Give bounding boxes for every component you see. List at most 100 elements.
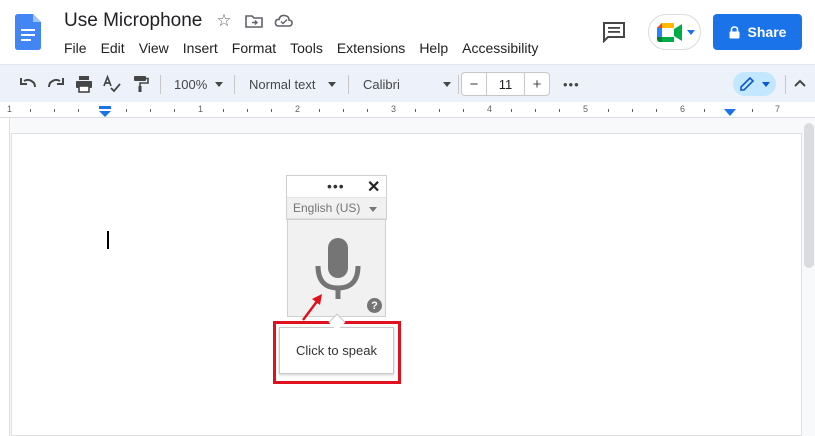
font-size-control: − 11 + (461, 72, 550, 96)
menu-file[interactable]: File (57, 38, 94, 58)
zoom-select[interactable]: 100% (174, 74, 207, 94)
ruler-tick (511, 109, 512, 112)
voice-menu-button[interactable]: ••• (327, 178, 345, 194)
vertical-ruler[interactable] (0, 118, 10, 436)
left-indent-marker-icon[interactable] (99, 106, 111, 118)
ruler-number: 1 (198, 104, 204, 114)
meet-button[interactable] (648, 14, 701, 50)
move-to-folder-icon[interactable] (244, 11, 264, 31)
ruler-tick (535, 109, 536, 112)
language-label: English (US) (293, 201, 361, 215)
ruler-tick (439, 109, 440, 112)
collapse-menus-icon[interactable] (790, 74, 810, 94)
decrease-font-size-button[interactable]: − (462, 73, 486, 95)
style-caret-icon (328, 82, 336, 87)
ruler-tick (752, 109, 753, 112)
vertical-scrollbar[interactable] (804, 123, 814, 268)
meet-dropdown-caret (687, 30, 695, 35)
ruler-tick (54, 109, 55, 112)
ruler-number: 1 (7, 104, 13, 114)
formatting-toolbar: 100% Normal text Calibri ••• (0, 64, 815, 102)
document-workspace (0, 118, 815, 436)
mode-caret-icon (762, 82, 770, 87)
toolbar-divider (160, 75, 161, 94)
language-select[interactable]: English (US) (287, 198, 386, 219)
voice-typing-header: ••• ✕ (287, 176, 386, 198)
redo-icon[interactable] (46, 74, 66, 94)
ruler-tick (367, 109, 368, 112)
toolbar-divider (458, 75, 459, 94)
ruler-number: 3 (391, 104, 397, 114)
print-icon[interactable] (74, 74, 94, 94)
star-icon[interactable]: ☆ (214, 11, 234, 31)
click-to-speak-tooltip: Click to speak (279, 327, 394, 374)
ruler-tick (704, 109, 705, 112)
ruler-tick (174, 109, 175, 112)
paragraph-style-select[interactable]: Normal text (249, 74, 315, 94)
cloud-status-icon[interactable] (274, 11, 294, 31)
ruler-tick (608, 109, 609, 112)
document-title[interactable]: Use Microphone (64, 10, 202, 32)
ruler-number: 4 (487, 104, 493, 114)
title-bar: Use Microphone ☆ File Edit View Insert F… (0, 0, 815, 64)
tooltip-text: Click to speak (296, 343, 377, 358)
menu-view[interactable]: View (132, 38, 176, 58)
ruler-tick (126, 109, 127, 112)
spellcheck-icon[interactable] (102, 74, 122, 94)
ruler-number: 7 (775, 104, 781, 114)
toolbar-divider (348, 75, 349, 94)
more-options-button[interactable]: ••• (563, 74, 580, 94)
font-family-select[interactable]: Calibri (363, 74, 400, 94)
menu-tools[interactable]: Tools (283, 38, 330, 58)
font-caret-icon (443, 82, 451, 87)
editing-mode-button[interactable] (733, 72, 776, 96)
text-cursor (107, 231, 109, 249)
google-meet-icon (657, 23, 682, 42)
menu-format[interactable]: Format (225, 38, 283, 58)
ruler-tick (463, 109, 464, 112)
right-indent-marker-icon[interactable] (724, 107, 736, 117)
ruler-tick (30, 109, 31, 112)
menu-extensions[interactable]: Extensions (330, 38, 412, 58)
share-label: Share (747, 24, 787, 40)
voice-typing-panel: ••• ✕ English (US) (286, 175, 387, 220)
toolbar-divider (234, 75, 235, 94)
ruler-tick (632, 109, 633, 112)
zoom-caret-icon (215, 82, 223, 87)
font-size-input[interactable]: 11 (486, 73, 525, 95)
language-caret-icon (369, 207, 377, 212)
menu-insert[interactable]: Insert (176, 38, 225, 58)
menu-help[interactable]: Help (412, 38, 455, 58)
menu-bar: File Edit View Insert Format Tools Exten… (57, 38, 545, 58)
lock-icon (729, 25, 740, 38)
close-icon[interactable]: ✕ (367, 177, 380, 197)
google-docs-window: Use Microphone ☆ File Edit View Insert F… (0, 0, 815, 436)
ruler-tick (343, 109, 344, 112)
ruler-tick (559, 109, 560, 112)
menu-edit[interactable]: Edit (94, 38, 132, 58)
annotation-arrow-icon (302, 294, 322, 321)
ruler-number: 6 (680, 104, 686, 114)
ruler-tick (271, 109, 272, 112)
increase-font-size-button[interactable]: + (525, 73, 549, 95)
horizontal-ruler[interactable]: 1 1 2 3 4 5 6 7 (0, 102, 815, 118)
ruler-tick (415, 109, 416, 112)
paint-format-icon[interactable] (130, 74, 150, 94)
pencil-icon (740, 76, 755, 91)
ruler-number: 5 (583, 104, 589, 114)
menu-accessibility[interactable]: Accessibility (455, 38, 545, 58)
toolbar-divider (785, 75, 786, 94)
ruler-number: 2 (295, 104, 301, 114)
ruler-tick (223, 109, 224, 112)
ruler-tick (247, 109, 248, 112)
ruler-tick (150, 109, 151, 112)
docs-logo-icon[interactable] (15, 14, 41, 50)
ruler-tick (319, 109, 320, 112)
ruler-tick (656, 109, 657, 112)
document-page[interactable] (11, 133, 802, 436)
help-icon[interactable]: ? (367, 298, 382, 313)
share-button[interactable]: Share (713, 14, 802, 50)
undo-icon[interactable] (18, 74, 38, 94)
ruler-tick (78, 109, 79, 112)
comment-history-icon[interactable] (602, 21, 626, 43)
